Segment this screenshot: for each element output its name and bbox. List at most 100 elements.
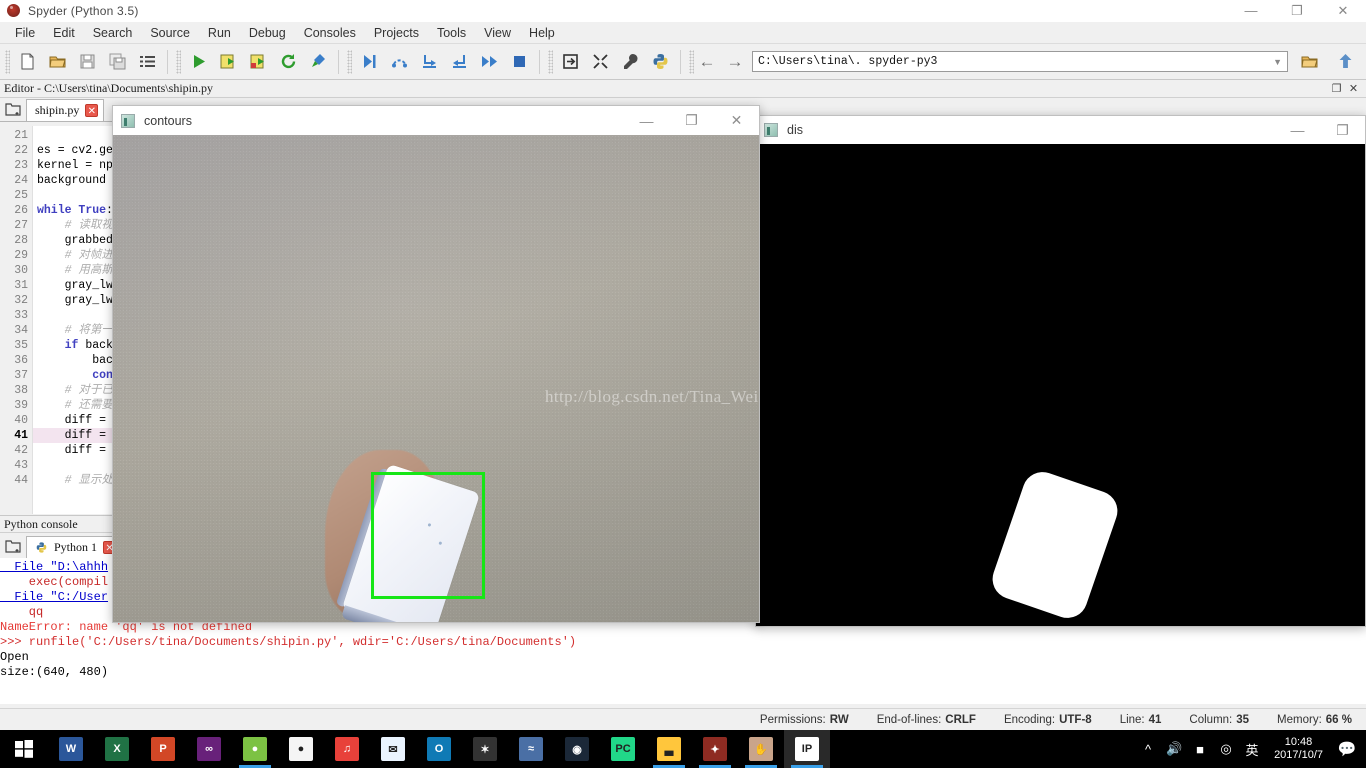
stop-debug-icon[interactable]: [504, 47, 534, 77]
close-button[interactable]: ✕: [1320, 0, 1366, 22]
qq-taskbar-icon[interactable]: ●: [278, 730, 324, 768]
new-file-icon[interactable]: [12, 47, 42, 77]
editor-pane-header: Editor - C:\Users\tina\Documents\shipin.…: [0, 80, 1366, 98]
contours-window[interactable]: contours — ❐ ✕ http://blog.csdn.net/Tina…: [112, 105, 760, 623]
dis-window[interactable]: dis — ❐ http://blog.csdn.net/Tina_Wei: [755, 115, 1366, 627]
console-pane-title: Python console: [4, 516, 78, 531]
speaker-icon[interactable]: 🔊: [1161, 730, 1187, 768]
run-cell-icon[interactable]: [213, 47, 243, 77]
step-into-icon[interactable]: [414, 47, 444, 77]
contours-minimize-button[interactable]: —: [624, 106, 669, 135]
toolbar-grip[interactable]: [548, 49, 553, 74]
pycharm-taskbar-icon[interactable]: PC: [600, 730, 646, 768]
arrow-right-icon[interactable]: →: [724, 51, 746, 73]
excel-taskbar-icon[interactable]: X: [94, 730, 140, 768]
open-file-icon[interactable]: [42, 47, 72, 77]
battery-icon[interactable]: ■: [1187, 730, 1213, 768]
step-over-icon[interactable]: [384, 47, 414, 77]
status-encoding: Encoding: UTF-8: [990, 714, 1106, 726]
undock-icon[interactable]: ❐: [1329, 82, 1344, 95]
menu-debug[interactable]: Debug: [240, 24, 295, 42]
windows-taskbar: W X P ∞ ● ● ♫ ✉ O ✶ ≈ ◉ PC ▃ ✦ ✋ IP ^ 🔊 ■ ◎ 英 10:48 2017…: [0, 730, 1366, 768]
visual-studio-taskbar-icon-tile: ∞: [197, 737, 221, 761]
working-directory-combo[interactable]: C:\Users\tina\. spyder-py3 ▼: [752, 51, 1288, 72]
line-number-gutter: 21 22 23 24 25 26 27 28 29 30 31 32 33 34 35 36 37 38 39 40…: [0, 126, 33, 514]
close-pane-icon[interactable]: ✕: [1346, 82, 1361, 95]
browse-tabs-icon[interactable]: [0, 534, 26, 558]
dis-maximize-button[interactable]: ❐: [1320, 116, 1365, 145]
menu-source[interactable]: Source: [141, 24, 199, 42]
menu-tools[interactable]: Tools: [428, 24, 475, 42]
menu-view[interactable]: View: [475, 24, 520, 42]
spyder-taskbar-icon[interactable]: ✦: [692, 730, 738, 768]
menu-edit[interactable]: Edit: [44, 24, 84, 42]
chevron-up-icon[interactable]: ^: [1135, 730, 1161, 768]
browser-taskbar-icon[interactable]: ●: [232, 730, 278, 768]
notifications-icon[interactable]: 💬: [1332, 730, 1362, 768]
wireless-taskbar-icon[interactable]: ✶: [462, 730, 508, 768]
dis-minimize-button[interactable]: —: [1275, 116, 1320, 145]
preferences-icon[interactable]: [615, 47, 645, 77]
continue-icon[interactable]: [474, 47, 504, 77]
arrow-up-icon[interactable]: [1330, 47, 1360, 77]
menu-projects[interactable]: Projects: [365, 24, 428, 42]
shadowsocks-taskbar-icon[interactable]: ≈: [508, 730, 554, 768]
spyder-logo-icon: [7, 4, 20, 17]
pythonpath-icon[interactable]: [645, 47, 675, 77]
console-tab-python1[interactable]: Python 1 ✕: [26, 536, 123, 558]
windows-start-icon[interactable]: [0, 730, 48, 768]
contours-title-bar: contours — ❐ ✕: [113, 106, 759, 135]
ipython-taskbar-icon[interactable]: IP: [784, 730, 830, 768]
wifi-icon[interactable]: ◎: [1213, 730, 1239, 768]
save-file-icon[interactable]: [72, 47, 102, 77]
save-all-icon[interactable]: [102, 47, 132, 77]
contours-window-controls: — ❐ ✕: [624, 106, 759, 135]
steam-taskbar-icon[interactable]: ◉: [554, 730, 600, 768]
run-file-icon[interactable]: [183, 47, 213, 77]
run-cell-advance-icon[interactable]: [243, 47, 273, 77]
powerpoint-taskbar-icon[interactable]: P: [140, 730, 186, 768]
file-explorer-taskbar-icon[interactable]: ▃: [646, 730, 692, 768]
visual-studio-taskbar-icon[interactable]: ∞: [186, 730, 232, 768]
dis-window-title: dis: [787, 123, 803, 137]
toolbar-grip[interactable]: [176, 49, 181, 74]
menu-run[interactable]: Run: [199, 24, 240, 42]
menu-file[interactable]: File: [6, 24, 44, 42]
toolbar-grip[interactable]: [689, 49, 694, 74]
toolbar-grip[interactable]: [347, 49, 352, 74]
re-run-icon[interactable]: [273, 47, 303, 77]
menu-help[interactable]: Help: [520, 24, 564, 42]
maximize-pane-icon[interactable]: [555, 47, 585, 77]
close-icon[interactable]: ✕: [85, 104, 99, 117]
word-taskbar-icon[interactable]: W: [48, 730, 94, 768]
dis-window-controls: — ❐: [1275, 116, 1365, 145]
configure-run-icon[interactable]: [303, 47, 333, 77]
contours-maximize-button[interactable]: ❐: [669, 106, 714, 135]
menu-search[interactable]: Search: [84, 24, 142, 42]
file-switcher-icon[interactable]: [132, 47, 162, 77]
debug-file-icon[interactable]: [354, 47, 384, 77]
line-number: 24: [14, 174, 28, 187]
line-number: 21: [14, 129, 28, 142]
foxmail-taskbar-icon[interactable]: ✉: [370, 730, 416, 768]
status-eol: End-of-lines: CRLF: [863, 714, 990, 726]
opencv-taskbar-icon[interactable]: ✋: [738, 730, 784, 768]
browser-taskbar-icon-tile: ●: [243, 737, 267, 761]
editor-tab-shipin[interactable]: shipin.py ✕: [26, 99, 105, 121]
maximize-button[interactable]: ❐: [1274, 0, 1320, 22]
netease-music-taskbar-icon[interactable]: ♫: [324, 730, 370, 768]
fullscreen-icon[interactable]: [585, 47, 615, 77]
arrow-left-icon[interactable]: ←: [696, 51, 718, 73]
outlook-taskbar-icon[interactable]: O: [416, 730, 462, 768]
toolbar-grip[interactable]: [5, 49, 10, 74]
step-return-icon[interactable]: [444, 47, 474, 77]
taskbar-clock[interactable]: 10:48 2017/10/7: [1265, 736, 1332, 762]
line-number: 38: [14, 384, 28, 397]
contours-close-button[interactable]: ✕: [714, 106, 759, 135]
minimize-button[interactable]: —: [1228, 0, 1274, 22]
folder-open-icon[interactable]: [1294, 47, 1324, 77]
menu-consoles[interactable]: Consoles: [295, 24, 365, 42]
browse-tabs-icon[interactable]: [0, 97, 26, 121]
chevron-down-icon[interactable]: ▼: [1273, 57, 1282, 67]
ime-indicator[interactable]: 英: [1239, 730, 1265, 768]
